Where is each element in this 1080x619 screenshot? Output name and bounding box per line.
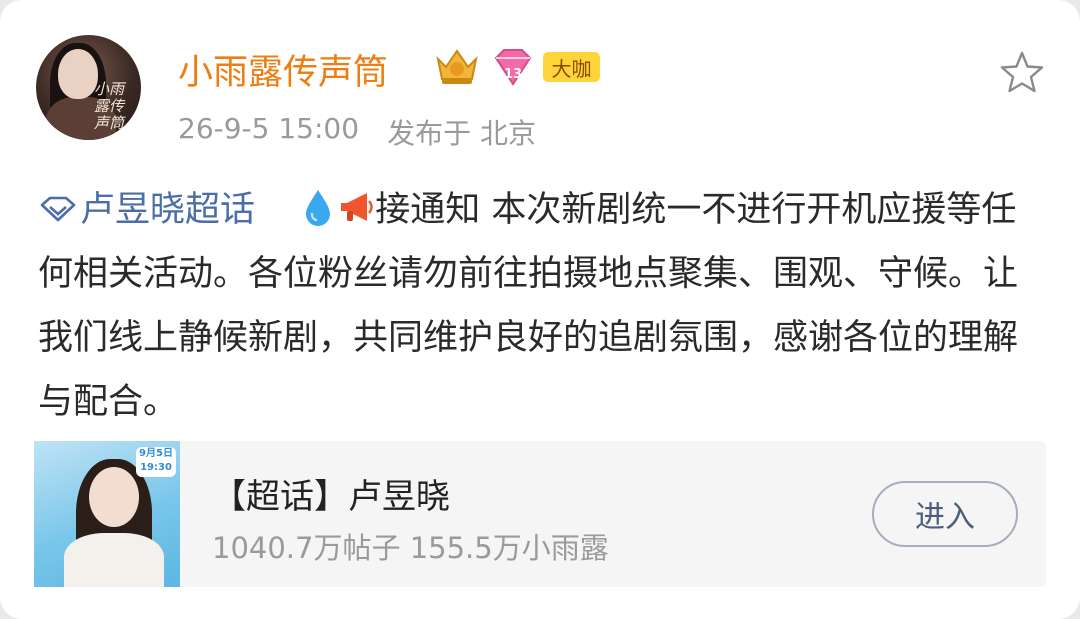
post-location: 发布于 北京 bbox=[387, 117, 536, 150]
share-card-title: 【超话】卢昱晓 bbox=[212, 477, 450, 517]
vip-badge[interactable]: 大咖 bbox=[543, 52, 600, 82]
share-card-stats: 1040.7万帖子 155.5万小雨露 bbox=[212, 531, 609, 565]
post-card: 小雨露传声筒 小雨露传声筒 13 大咖 26-9-5 15:00 发布于 北京 bbox=[0, 0, 1080, 619]
supertopic-thumbnail: 9月5日 19:30 bbox=[34, 441, 180, 587]
megaphone-emoji bbox=[341, 193, 373, 221]
diamond-topic-icon bbox=[40, 196, 76, 222]
post-timestamp: 26-9-5 15:00 bbox=[178, 112, 360, 145]
gem-level-number: 13 bbox=[504, 67, 522, 82]
enter-button[interactable]: 进入 bbox=[872, 481, 1018, 547]
star-outline-icon[interactable] bbox=[998, 50, 1046, 94]
topic-link[interactable]: 卢昱晓超话 bbox=[38, 190, 255, 230]
post-content: 卢昱晓超话 接通知 本次新剧统一不进行开机应援等任何相关活动。各位粉丝请勿前往拍… bbox=[38, 178, 1048, 434]
avatar[interactable]: 小雨露传声筒 bbox=[36, 35, 141, 140]
droplet-emoji bbox=[306, 190, 331, 226]
post-meta: 26-9-5 15:00 发布于 北京 bbox=[178, 112, 536, 152]
supertopic-share-card[interactable]: 9月5日 19:30 【超话】卢昱晓 1040.7万帖子 155.5万小雨露 进… bbox=[34, 441, 1046, 587]
topic-label: 卢昱晓超话 bbox=[80, 190, 256, 230]
crown-level-icon[interactable] bbox=[434, 45, 480, 87]
gem-level-icon[interactable]: 13 bbox=[490, 48, 536, 88]
avatar-watermark: 小雨露传声筒 bbox=[94, 80, 125, 132]
author-name[interactable]: 小雨露传声筒 bbox=[178, 44, 388, 95]
thumbnail-date: 9月5日 19:30 bbox=[136, 447, 176, 477]
